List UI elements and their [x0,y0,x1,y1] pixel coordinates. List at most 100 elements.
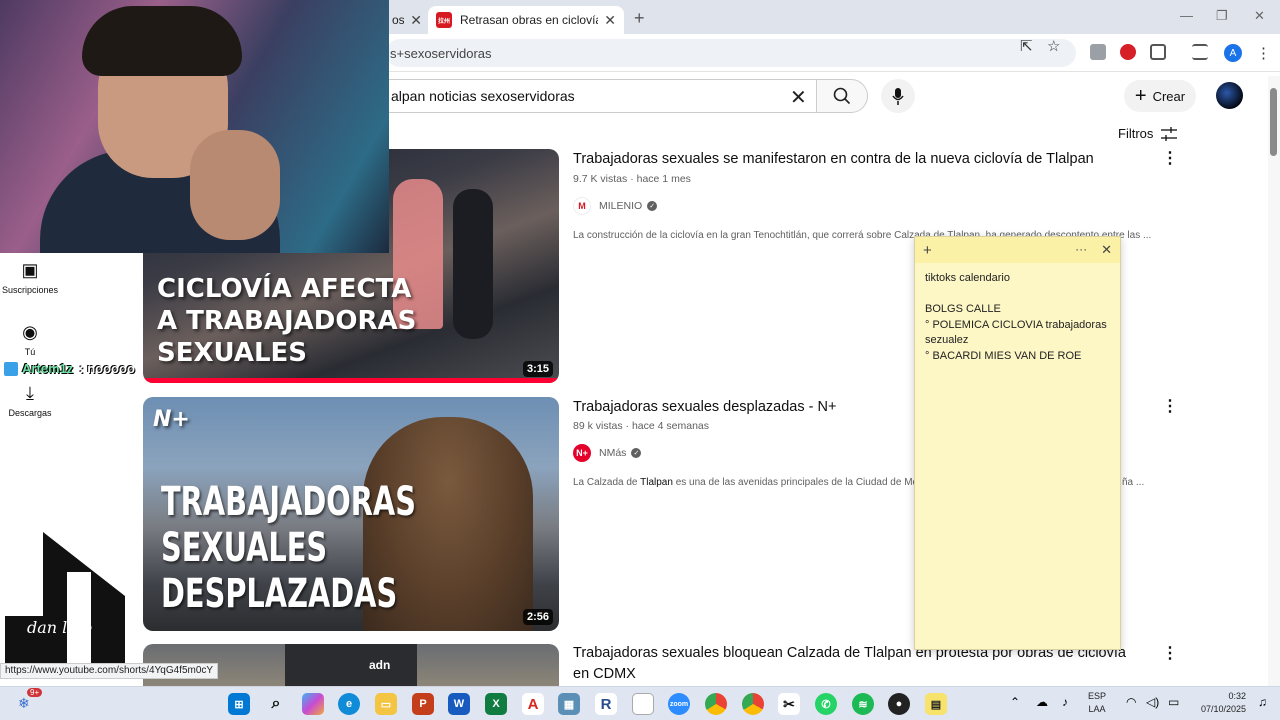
media-control-icon[interactable] [1192,44,1208,60]
search-button[interactable] [816,79,868,113]
clear-search-icon[interactable]: ✕ [790,85,807,110]
notepad-icon[interactable] [632,693,654,715]
filters-label: Filtros [1118,126,1154,141]
search-icon [833,87,851,105]
extension-record-icon[interactable] [1120,44,1136,60]
screen: { "browser": { "tab_partial_label": "os"… [0,0,1280,720]
page-scrollbar[interactable] [1268,76,1280,686]
edge-icon[interactable]: e [338,693,360,715]
add-note-icon[interactable]: + [923,242,932,259]
tab-favicon-icon: 拉州 [436,12,452,28]
microphone-tray-icon[interactable]: ♪ [1062,695,1068,709]
clock[interactable]: 0:32 07/10/2025 [1190,690,1246,716]
channel-link[interactable]: M MILENIO ✓ [573,197,658,215]
channel-name: NMás [599,447,627,459]
note-line: tiktoks calendario [925,272,1010,284]
sidebar-item-you[interactable]: ◉ Tú [0,322,60,357]
close-icon[interactable]: ✕ [410,12,422,29]
extensions-puzzle-icon[interactable] [1150,44,1166,60]
create-button[interactable]: + Crear [1124,80,1196,112]
close-note-icon[interactable]: ✕ [1101,242,1112,258]
powerpoint-icon[interactable]: P [412,693,434,715]
maximize-icon[interactable]: ❐ [1216,8,1228,24]
note-line: BOLGS CALLE [925,303,1001,315]
minimize-icon[interactable]: — [1180,8,1193,23]
sticky-note-window[interactable]: + ··· ✕ tiktoks calendario BOLGS CALLE °… [914,236,1121,650]
browser-menu-icon[interactable]: ⋮ [1256,44,1271,62]
address-bar[interactable]: s+sexoservidoras [386,39,1076,67]
sidebar-item-label: Tú [24,347,36,357]
chrome-profile-icon[interactable] [742,693,764,715]
sticky-notes-icon[interactable]: ▤ [925,693,947,715]
video-title[interactable]: Trabajadoras sexuales se manifestaron en… [573,149,1153,170]
streamer-logo: dan lujo [5,532,125,664]
volume-icon[interactable]: ◁) [1146,695,1159,709]
more-actions-icon[interactable]: ⋮ [1162,148,1178,168]
close-window-icon[interactable]: ✕ [1254,8,1265,24]
note-line [925,287,1110,303]
chat-badge-icon [4,361,18,376]
video-thumbnail[interactable]: N+ TRABAJADORAS SEXUALES DESPLAZADAS 2:5… [143,397,559,631]
thumbnail-overlay-text: TRABAJADORAS SEXUALES DESPLAZADAS [161,479,416,617]
spotify-icon[interactable]: ≋ [852,693,874,715]
more-actions-icon[interactable]: ⋮ [1162,396,1178,416]
tray-chevron-icon[interactable]: ⌃ [1010,695,1020,709]
word-icon[interactable]: W [448,693,470,715]
battery-icon[interactable]: ▭ [1168,695,1179,709]
sticky-note-titlebar: + ··· ✕ [915,237,1120,263]
new-tab-icon[interactable]: + [634,8,645,29]
cloud-offline-icon[interactable]: ☁ [1036,695,1048,709]
sticky-note-text[interactable]: tiktoks calendario BOLGS CALLE ° POLEMIC… [915,263,1120,372]
channel-name: MILENIO [599,200,643,212]
thumbnail-overlay-text: CICLOVÍA AFECTA A TRABAJADORAS SEXUALES [157,274,417,368]
bookmark-star-icon[interactable]: ☆ [1047,37,1060,55]
account-avatar[interactable] [1216,82,1243,109]
sidebar-item-subscriptions[interactable]: ▣ Suscripciones [0,260,60,295]
app-icon[interactable]: ▦ [558,693,580,715]
zoom-icon[interactable]: zoom [668,693,690,715]
copilot-icon[interactable] [302,693,324,715]
profile-avatar[interactable]: A [1224,44,1242,62]
channel-logo-icon: N+ [573,444,591,462]
search-icon[interactable]: ⌕ [265,693,287,715]
create-label: Crear [1152,88,1186,104]
capcut-icon[interactable]: ✂ [778,693,800,715]
chat-message: : nooooo [79,361,135,376]
notifications-bell-icon[interactable]: ♫ [1258,695,1267,709]
tab-active[interactable]: 拉州 Retrasan obras en ciclovía de Tl ✕ [428,6,624,34]
acrobat-icon[interactable]: A [522,693,544,715]
subscriptions-icon: ▣ [21,260,39,280]
address-text: s+sexoservidoras [390,45,492,61]
start-windows-icon[interactable]: ⊞ [228,693,250,715]
filters-button[interactable]: Filtros [1118,126,1178,141]
tab-previous-label: os [392,13,405,27]
language-indicator[interactable]: ESP LAA [1088,690,1106,716]
note-menu-icon[interactable]: ··· [1075,242,1087,258]
file-explorer-icon[interactable]: ▭ [375,693,397,715]
webcam-overlay [0,0,389,253]
video-description: La Calzada de Tlalpan es una de las aven… [573,477,924,488]
thumbnail-inset [285,644,417,686]
obs-icon[interactable]: ● [888,693,910,715]
tab-previous[interactable]: os ✕ [392,6,422,34]
search-input[interactable]: alpan noticias sexoservidoras [388,79,816,113]
status-url-tooltip: https://www.youtube.com/shorts/4YqG4f5m0… [0,663,219,679]
sidebar-item-downloads[interactable]: ⤓ Descargas [0,383,60,418]
filters-icon [1161,126,1178,141]
extension-icon[interactable] [1090,44,1106,60]
more-actions-icon[interactable]: ⋮ [1162,643,1178,663]
rstudio-icon[interactable]: R [595,693,617,715]
install-app-icon[interactable]: ⇱ [1020,37,1033,55]
channel-link[interactable]: N+ NMás ✓ [573,444,642,462]
scrollbar-thumb[interactable] [1270,88,1277,156]
chat-overlay: Artem1z : nooooo [4,361,135,376]
voice-search-button[interactable] [881,79,915,113]
close-icon[interactable]: ✕ [604,12,616,29]
chrome-icon[interactable] [705,693,727,715]
wifi-icon[interactable]: ◠ [1126,695,1136,709]
widgets-icon[interactable]: ❄ [18,695,30,712]
whatsapp-icon[interactable]: ✆ [815,693,837,715]
excel-icon[interactable]: X [485,693,507,715]
microphone-icon [892,87,904,105]
sidebar-item-label: Suscripciones [1,285,59,295]
